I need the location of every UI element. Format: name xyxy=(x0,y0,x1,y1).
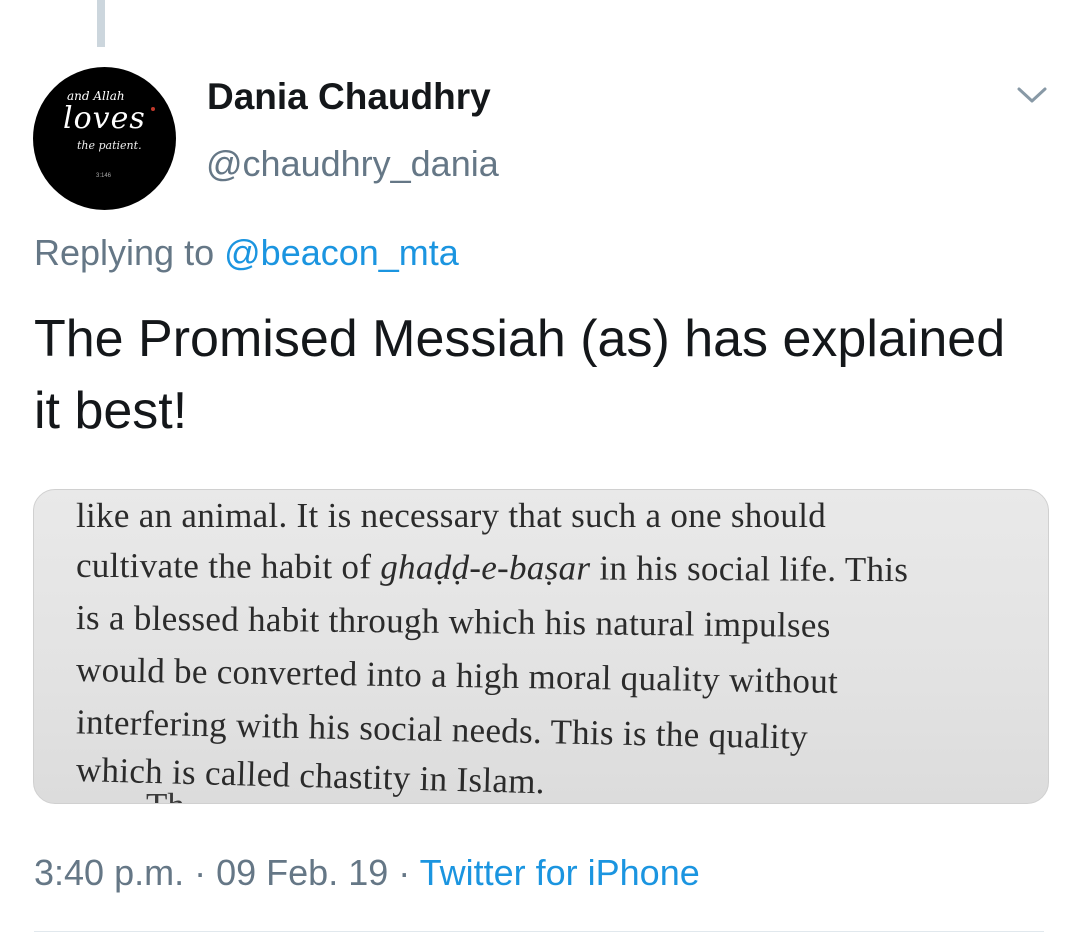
author-handle[interactable]: @chaudhry_dania xyxy=(206,143,499,185)
replying-to: Replying to @beacon_mta xyxy=(34,232,459,274)
reply-mention-link[interactable]: @beacon_mta xyxy=(224,232,459,273)
avatar-text-line2: loves xyxy=(63,101,146,136)
tweet-time[interactable]: 3:40 p.m. xyxy=(34,852,184,893)
tweet-meta: 3:40 p.m. · 09 Feb. 19 · Twitter for iPh… xyxy=(34,852,700,894)
replying-to-label: Replying to xyxy=(34,232,215,273)
avatar-decoration-dot xyxy=(151,107,155,111)
book-text-cutoff: Th xyxy=(146,786,185,803)
author-display-name[interactable]: Dania Chaudhry xyxy=(207,76,491,118)
tweet-media-image[interactable]: like an animal. It is necessary that suc… xyxy=(33,489,1049,804)
book-text-line-2-start: cultivate the habit of xyxy=(75,545,372,587)
avatar[interactable]: and Allah loves the patient. 3:146 xyxy=(33,67,176,210)
avatar-text-line3: the patient. xyxy=(77,139,142,152)
book-text-line-2: cultivate the habit of ghaḍḍ-e-baṣar in … xyxy=(76,546,908,590)
bottom-divider xyxy=(34,931,1044,932)
tweet-text: The Promised Messiah (as) has explained … xyxy=(34,310,1006,440)
book-italic-term: ghaḍḍ-e-baṣar xyxy=(380,547,591,588)
avatar-text-line4: 3:146 xyxy=(96,173,112,179)
thread-connector-line xyxy=(97,0,105,47)
book-text-line-2-end: in his social life. This xyxy=(599,548,909,590)
book-text-line-3: is a blessed habit through which his nat… xyxy=(75,598,831,645)
meta-separator-2: · xyxy=(398,852,411,893)
book-text-line-5: interfering with his social needs. This … xyxy=(75,702,809,757)
tweet-date[interactable]: 09 Feb. 19 xyxy=(216,852,388,893)
tweet-source-link[interactable]: Twitter for iPhone xyxy=(420,852,700,893)
book-text-line-1: like an animal. It is necessary that suc… xyxy=(76,496,827,535)
book-text-line-4: would be converted into a high moral qua… xyxy=(75,650,839,701)
meta-separator-1: · xyxy=(194,852,207,893)
chevron-down-icon[interactable] xyxy=(1014,80,1050,110)
